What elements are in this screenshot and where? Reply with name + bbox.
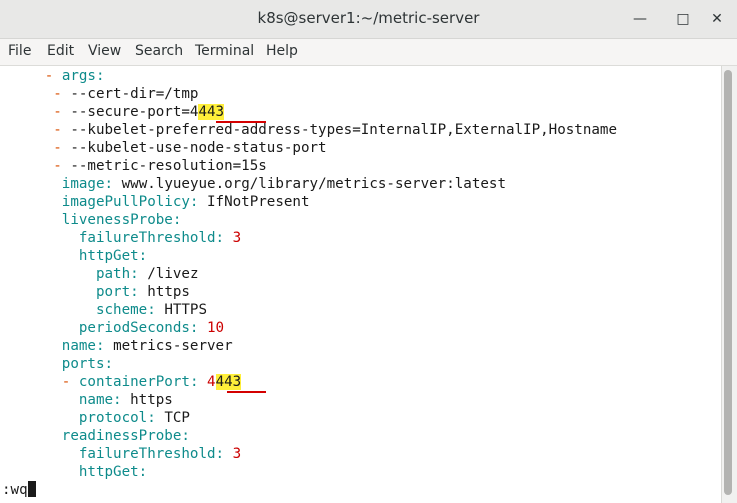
yaml-line: image: www.lyueyue.org/library/metrics-s…: [61, 176, 506, 192]
yaml-line: httpGet:: [78, 464, 148, 480]
menu-help[interactable]: Help: [266, 43, 298, 59]
yaml-line: imagePullPolicy: IfNotPresent: [61, 194, 310, 210]
terminal-window: k8s@server1:~/metric-server — □ ✕ File E…: [0, 0, 737, 503]
yaml-line: - --metric-resolution=15s: [53, 158, 267, 174]
minimize-icon[interactable]: —: [629, 8, 651, 30]
yaml-line: name: https: [78, 392, 173, 408]
vim-command-line[interactable]: :wq: [2, 481, 36, 499]
yaml-line: ports:: [61, 356, 114, 372]
highlighted-port: 443: [198, 104, 225, 120]
window-title: k8s@server1:~/metric-server: [257, 9, 480, 27]
menu-file[interactable]: File: [8, 43, 31, 59]
title-bar[interactable]: k8s@server1:~/metric-server — □ ✕: [0, 0, 737, 39]
yaml-line: - --kubelet-preferred-address-types=Inte…: [53, 122, 618, 138]
yaml-line: - --kubelet-use-node-status-port: [53, 140, 327, 156]
yaml-line: failureThreshold: 3: [78, 230, 242, 246]
yaml-line: periodSeconds: 10: [78, 320, 225, 336]
menu-search[interactable]: Search: [135, 43, 183, 59]
yaml-line: name: metrics-server: [61, 338, 233, 354]
red-underline: [227, 391, 266, 393]
yaml-line: protocol: TCP: [78, 410, 190, 426]
yaml-line: readinessProbe:: [61, 428, 190, 444]
menu-bar: File Edit View Search Terminal Help: [0, 39, 737, 66]
close-icon[interactable]: ✕: [706, 8, 728, 30]
menu-edit[interactable]: Edit: [47, 43, 74, 59]
yaml-line: - args:: [44, 68, 105, 84]
yaml-line: - containerPort: 4443: [61, 374, 242, 390]
yaml-line: failureThreshold: 3: [78, 446, 242, 462]
maximize-icon[interactable]: □: [672, 8, 694, 30]
yaml-line: - --cert-dir=/tmp: [53, 86, 199, 102]
yaml-line: livenessProbe:: [61, 212, 182, 228]
scrollbar-thumb[interactable]: [724, 70, 732, 495]
menu-terminal[interactable]: Terminal: [195, 43, 254, 59]
highlighted-port: 443: [215, 374, 242, 390]
yaml-line: httpGet:: [78, 248, 148, 264]
yaml-line: - --secure-port=4443: [53, 104, 225, 120]
text-cursor: [27, 481, 36, 497]
menu-view[interactable]: View: [88, 43, 121, 59]
yaml-line: path: /livez: [95, 266, 199, 282]
yaml-line: port: https: [95, 284, 190, 300]
yaml-line: scheme: HTTPS: [95, 302, 208, 318]
